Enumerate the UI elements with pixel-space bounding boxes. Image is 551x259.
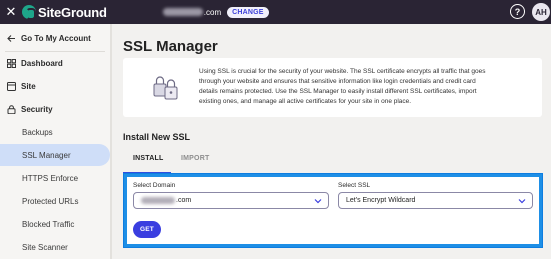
avatar[interactable]: AH	[532, 3, 550, 21]
description-line: through your website and ensures that se…	[199, 78, 476, 85]
ssl-select-label: Select SSL	[338, 182, 371, 189]
description-line: existing ones, and manage all active cer…	[199, 98, 412, 105]
sidebar-item-label: Security	[21, 104, 53, 114]
back-to-account-link[interactable]: Go To My Account	[0, 27, 110, 49]
sidebar-item-backups[interactable]: Backups	[0, 121, 110, 143]
back-label: Go To My Account	[21, 33, 91, 43]
sidebar-item-site[interactable]: Site	[0, 75, 110, 97]
siteground-logo[interactable]: SiteGround	[22, 5, 107, 20]
chevron-down-icon	[314, 197, 322, 205]
description-line: details remains protected. Use the SSL M…	[199, 88, 477, 95]
tab-import[interactable]: IMPORT	[181, 155, 209, 162]
domain-blurred-name	[162, 8, 203, 16]
description-line: Using SSL is crucial for the security of…	[199, 68, 486, 75]
sidebar-item-security[interactable]: Security	[0, 98, 110, 120]
logo-text: SiteGround	[38, 4, 107, 20]
tab-install[interactable]: INSTALL	[133, 155, 163, 162]
arrow-left-icon	[7, 34, 16, 43]
sidebar-item-blocked-traffic[interactable]: Blocked Traffic	[0, 213, 110, 235]
chevron-down-icon	[518, 197, 526, 205]
help-icon[interactable]: ?	[510, 4, 525, 19]
current-domain: .com	[162, 7, 222, 17]
sidebar-item-protected-urls[interactable]: Protected URLs	[0, 190, 110, 212]
sidebar-item-label: Site	[21, 81, 36, 91]
domain-select[interactable]: .com	[133, 192, 329, 209]
domain-blurred-name	[141, 197, 175, 204]
ssl-description: Using SSL is crucial for the security of…	[199, 67, 535, 107]
logo-mark-icon	[22, 5, 36, 20]
close-icon[interactable]: ✕	[2, 0, 20, 24]
sidebar-item-https-enforce[interactable]: HTTPS Enforce	[0, 167, 110, 189]
site-icon	[7, 81, 16, 91]
sidebar-scrollbar[interactable]	[110, 24, 112, 259]
info-card: Using SSL is crucial for the security of…	[123, 58, 542, 117]
section-title: Install New SSL	[123, 132, 191, 142]
install-ssl-form: Select Domain .com Select SSL Let's Encr…	[124, 174, 542, 247]
sidebar-item-label: Dashboard	[21, 58, 63, 68]
get-ssl-button[interactable]: GET	[133, 221, 161, 238]
sidebar-item-dashboard[interactable]: Dashboard	[0, 52, 110, 74]
page-title: SSL Manager	[123, 38, 218, 55]
sidebar-item-site-scanner[interactable]: Site Scanner	[0, 236, 110, 258]
ssl-type-select[interactable]: Let's Encrypt Wildcard	[338, 192, 533, 209]
domain-select-suffix: .com	[176, 197, 192, 204]
sidebar: Go To My Account Dashboard Site Security…	[0, 24, 110, 259]
domain-suffix: .com	[203, 7, 222, 17]
sidebar-item-ssl-manager[interactable]: SSL Manager	[0, 144, 110, 166]
lock-icon	[7, 104, 16, 114]
ssl-select-value: Let's Encrypt Wildcard	[346, 197, 416, 204]
domain-select-label: Select Domain	[133, 182, 176, 189]
change-site-button[interactable]: CHANGE	[227, 6, 269, 18]
ssl-padlocks-icon	[151, 72, 181, 102]
dashboard-icon	[7, 58, 16, 68]
top-bar: ✕ SiteGround .com CHANGE ? AH	[0, 0, 551, 24]
